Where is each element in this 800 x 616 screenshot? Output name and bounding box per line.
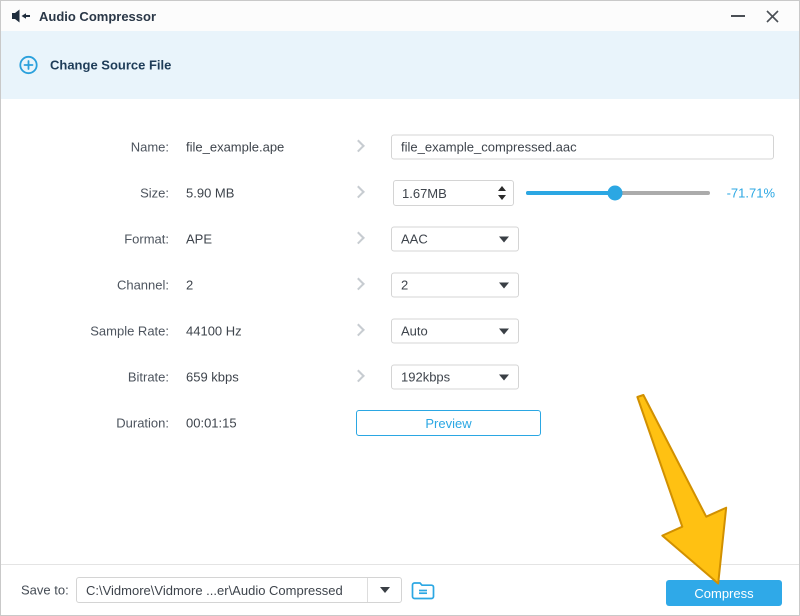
row-duration: Duration: 00:01:15 Preview (1, 400, 799, 446)
spinner-buttons (491, 186, 513, 200)
change-source-file-button[interactable]: Change Source File (19, 56, 171, 75)
chevron-right-icon (352, 186, 365, 199)
caret-down-icon (499, 282, 509, 288)
bitrate-dropdown[interactable]: 192kbps (391, 365, 519, 390)
duration-source-value: 00:01:15 (186, 416, 237, 431)
preview-button[interactable]: Preview (356, 410, 541, 436)
caret-down-icon (499, 236, 509, 242)
spinner-up-icon[interactable] (498, 186, 506, 191)
sample-rate-label: Sample Rate: (1, 324, 169, 339)
footer-bar: Save to: C:\Vidmore\Vidmore ...er\Audio … (1, 564, 799, 615)
caret-down-icon (499, 374, 509, 380)
row-bitrate: Bitrate: 659 kbps 192kbps (1, 354, 799, 400)
name-source-value: file_example.ape (186, 140, 284, 155)
window-controls (721, 1, 789, 31)
caret-down-icon (499, 328, 509, 334)
chevron-right-icon (352, 232, 365, 245)
save-to-label: Save to: (21, 583, 69, 598)
bitrate-source-value: 659 kbps (186, 370, 239, 385)
format-source-value: APE (186, 232, 212, 247)
open-folder-button[interactable] (407, 576, 439, 604)
slider-thumb[interactable] (608, 186, 623, 201)
row-sample-rate: Sample Rate: 44100 Hz Auto (1, 308, 799, 354)
format-label: Format: (1, 232, 169, 247)
size-slider[interactable] (526, 185, 710, 201)
spinner-down-icon[interactable] (498, 195, 506, 200)
close-icon (766, 10, 779, 23)
channel-dropdown[interactable]: 2 (391, 273, 519, 298)
target-size-input[interactable] (394, 186, 491, 201)
caret-down-icon (380, 587, 390, 593)
bitrate-selected: 192kbps (401, 370, 450, 385)
name-label: Name: (1, 140, 169, 155)
change-source-file-label: Change Source File (50, 58, 171, 73)
compress-button[interactable]: Compress (666, 580, 782, 606)
sample-rate-selected: Auto (401, 324, 428, 339)
row-name: Name: file_example.ape (1, 124, 799, 170)
format-dropdown[interactable]: AAC (391, 227, 519, 252)
duration-label: Duration: (1, 416, 169, 431)
chevron-right-icon (352, 278, 365, 291)
folder-icon (410, 579, 436, 601)
compression-form: Name: file_example.ape Size: 5.90 MB -71 (1, 99, 799, 446)
channel-selected: 2 (401, 278, 408, 293)
sample-rate-source-value: 44100 Hz (186, 324, 242, 339)
window-title: Audio Compressor (39, 9, 156, 24)
titlebar: Audio Compressor (1, 1, 799, 31)
chevron-right-icon (352, 324, 365, 337)
size-source-value: 5.90 MB (186, 186, 234, 201)
chevron-right-icon (352, 140, 365, 153)
channel-source-value: 2 (186, 278, 193, 293)
minimize-button[interactable] (721, 1, 755, 31)
output-name-input[interactable] (391, 135, 774, 160)
save-path-combo[interactable]: C:\Vidmore\Vidmore ...er\Audio Compresse… (76, 577, 402, 603)
channel-label: Channel: (1, 278, 169, 293)
target-size-spinner (393, 180, 514, 206)
slider-fill (526, 191, 615, 195)
format-selected: AAC (401, 232, 428, 247)
save-path-value: C:\Vidmore\Vidmore ...er\Audio Compresse… (77, 578, 367, 602)
speaker-compress-icon (11, 8, 31, 24)
bitrate-label: Bitrate: (1, 370, 169, 385)
save-path-dropdown-button[interactable] (367, 578, 401, 602)
audio-compressor-window: Audio Compressor Change Source File (0, 0, 800, 616)
source-strip: Change Source File (1, 31, 799, 99)
sample-rate-dropdown[interactable]: Auto (391, 319, 519, 344)
close-button[interactable] (755, 1, 789, 31)
plus-circle-icon (19, 56, 38, 75)
size-label: Size: (1, 186, 169, 201)
size-reduction-percent: -71.71% (717, 186, 775, 201)
row-channel: Channel: 2 2 (1, 262, 799, 308)
chevron-right-icon (352, 370, 365, 383)
row-format: Format: APE AAC (1, 216, 799, 262)
row-size: Size: 5.90 MB -71.71% (1, 170, 799, 216)
minimize-icon (731, 15, 745, 17)
